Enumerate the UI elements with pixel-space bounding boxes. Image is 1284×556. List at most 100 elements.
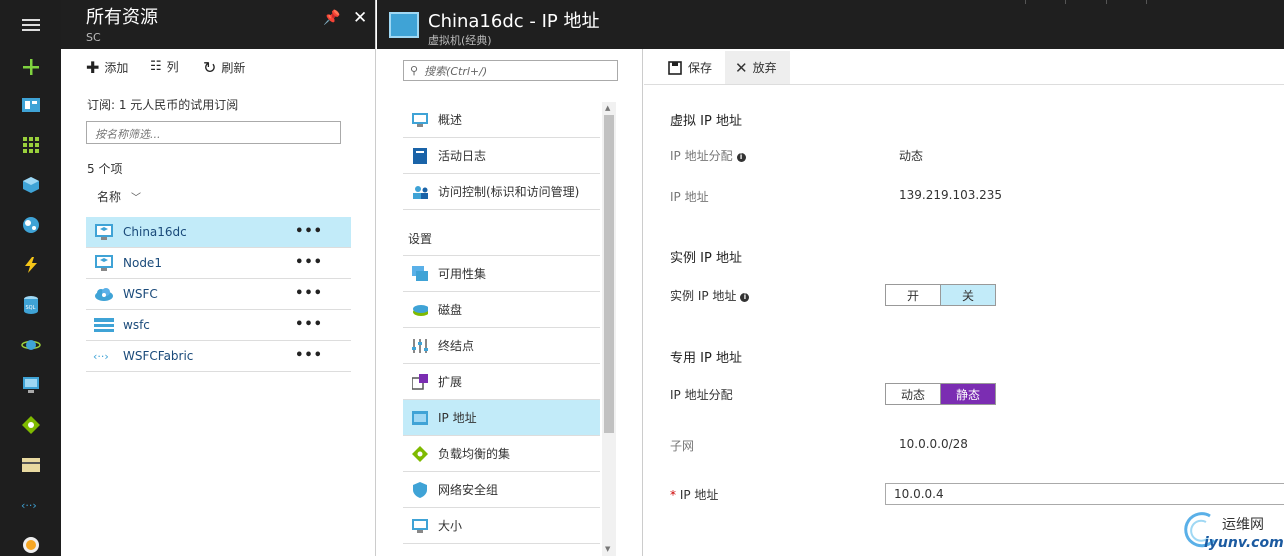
close-icon[interactable]: ✕ [353,8,367,28]
scrollbar-thumb[interactable] [604,115,614,433]
virtual-ip-heading: 虚拟 IP 地址 [670,114,742,129]
save-button[interactable]: 保存 [644,51,719,84]
menu-item[interactable]: IP 地址 [403,400,600,436]
advisor-icon[interactable] [0,525,61,556]
toggle-static-option[interactable]: 静态 [940,384,995,404]
dashboard-icon[interactable] [0,85,61,125]
more-options-icon[interactable]: ••• [295,317,323,332]
discard-button[interactable]: ✕ 放弃 [725,51,790,84]
storage-account-icon [93,315,115,335]
menu-item[interactable]: 网络安全组 [403,472,600,508]
menu-item[interactable]: 访问控制(标识和访问管理) [403,174,600,210]
resource-row[interactable]: ‹··› WSFCFabric ••• [86,341,351,372]
menu-item-label: 可用性集 [438,267,487,281]
endpoints-icon [412,338,428,354]
toggle-dynamic-option[interactable]: 动态 [886,384,940,404]
watermark: 运维网 iyunv.com [1180,508,1284,556]
ip-command-bar: 保存 ✕ 放弃 [644,49,1284,85]
columns-button[interactable]: ☷ 列 [150,58,179,75]
resource-group-icon[interactable] [0,165,61,205]
scroll-down-icon[interactable]: ▼ [605,545,610,553]
storage-icon[interactable] [0,445,61,485]
more-options-icon[interactable]: ••• [295,286,323,301]
create-icon[interactable] [0,47,61,87]
add-button[interactable]: ✚ 添加 [86,58,128,77]
save-icon [668,60,682,75]
instance-ip-toggle[interactable]: 开 关 [885,284,996,306]
menu-item[interactable]: 可用性集 [403,256,600,292]
resource-name[interactable]: WSFCFabric [123,349,193,363]
vm-icon [93,253,115,273]
subnet-value: 10.0.0.0/28 [899,437,968,451]
menu-item[interactable]: 大小 [403,508,600,544]
all-resources-icon[interactable] [0,125,61,165]
virtual-machine-icon[interactable] [0,365,61,405]
size-icon [412,518,428,534]
ip-address-blade: 保存 ✕ 放弃 虚拟 IP 地址 IP 地址分配 i 动态 IP 地址 139.2… [644,49,1284,556]
header-divider [1065,0,1066,4]
menu-item[interactable]: 负载均衡的集 [403,436,600,472]
info-icon[interactable]: i [740,293,750,302]
toggle-off-option[interactable]: 开 [886,285,940,305]
filter-input[interactable]: 按名称筛选... [86,121,341,144]
private-assignment-toggle[interactable]: 动态 静态 [885,383,996,405]
column-header-name[interactable]: 名称 ﹀ [97,188,141,205]
blade-header: 所有资源 SC 📌 ✕ [61,0,375,49]
menu-item[interactable]: 概述 [403,102,600,138]
resource-row[interactable]: China16dc ••• [86,217,351,248]
more-options-icon[interactable]: ••• [295,224,323,239]
resource-name[interactable]: Node1 [123,256,162,270]
toggle-on-option[interactable]: 关 [940,285,995,305]
menu-item-label: IP 地址 [438,411,477,425]
svg-text:‹··›: ‹··› [21,499,37,511]
instance-ip-label: 实例 IP 地址 i [670,287,750,304]
resource-list: China16dc ••• Node1 ••• WSFC ••• wsfc ••• ‹··› WS… [86,217,351,372]
pin-icon[interactable]: 📌 [323,10,340,26]
vm-blade-subtitle: 虚拟机(经典) [428,34,492,47]
menu-icon[interactable] [0,5,61,45]
ip-address-label: * IP 地址 [670,488,719,502]
more-options-icon[interactable]: ••• [295,255,323,270]
required-marker: * [670,488,676,502]
menu-scrollbar[interactable]: ▲ ▼ [602,102,616,556]
ip-address-input[interactable]: 10.0.0.4 [885,483,1284,505]
menu-item[interactable]: 磁盘 [403,292,600,328]
vm-menu-blade: ⚲ 搜索(Ctrl+/) 概述活动日志访问控制(标识和访问管理) 设置可用性集磁盘… [377,49,643,556]
header-divider [1025,0,1026,4]
load-balancer-icon[interactable] [0,405,61,445]
sql-icon[interactable]: SQL [0,285,61,325]
function-app-icon[interactable] [0,245,61,285]
vip-assignment-value: 动态 [899,149,924,163]
add-label: 添加 [104,61,129,75]
menu-item[interactable]: 扩展 [403,364,600,400]
more-options-icon[interactable]: ••• [295,348,323,363]
instance-ip-heading: 实例 IP 地址 [670,251,742,266]
settings-section-header: 设置 [403,210,600,256]
resource-name[interactable]: WSFC [123,287,158,301]
virtual-network-icon[interactable]: ‹··› [0,485,61,525]
private-assignment-label: IP 地址分配 [670,388,733,402]
menu-search-input[interactable]: ⚲ 搜索(Ctrl+/) [403,60,618,81]
disk-icon [412,302,428,318]
resource-row[interactable]: Node1 ••• [86,248,351,279]
portal: SQL ‹··› 所有资源 SC 📌 ✕ ✚ 添加 ☷ 列 ↻ 刷新 订阅: 1… [0,0,1284,556]
vip-address-label: IP 地址 [670,190,709,204]
menu-item[interactable]: 活动日志 [403,138,600,174]
menu-item-label: 概述 [438,113,463,127]
blade-subtitle: SC [86,31,101,44]
cosmos-icon[interactable] [0,325,61,365]
resource-row[interactable]: WSFC ••• [86,279,351,310]
activity-log-icon [412,147,428,164]
resource-name[interactable]: China16dc [123,225,187,239]
scroll-up-icon[interactable]: ▲ [605,104,610,112]
vip-address-value: 139.219.103.235 [899,188,1003,202]
menu-item[interactable]: 终结点 [403,328,600,364]
resource-name[interactable]: wsfc [123,318,150,332]
info-icon[interactable]: i [736,153,746,162]
ip-address-header-icon [389,12,419,38]
app-service-icon[interactable] [0,205,61,245]
refresh-button[interactable]: ↻ 刷新 [203,58,245,77]
extensions-icon [412,373,428,390]
menu-item-label: 访问控制(标识和访问管理) [438,185,580,199]
resource-row[interactable]: wsfc ••• [86,310,351,341]
